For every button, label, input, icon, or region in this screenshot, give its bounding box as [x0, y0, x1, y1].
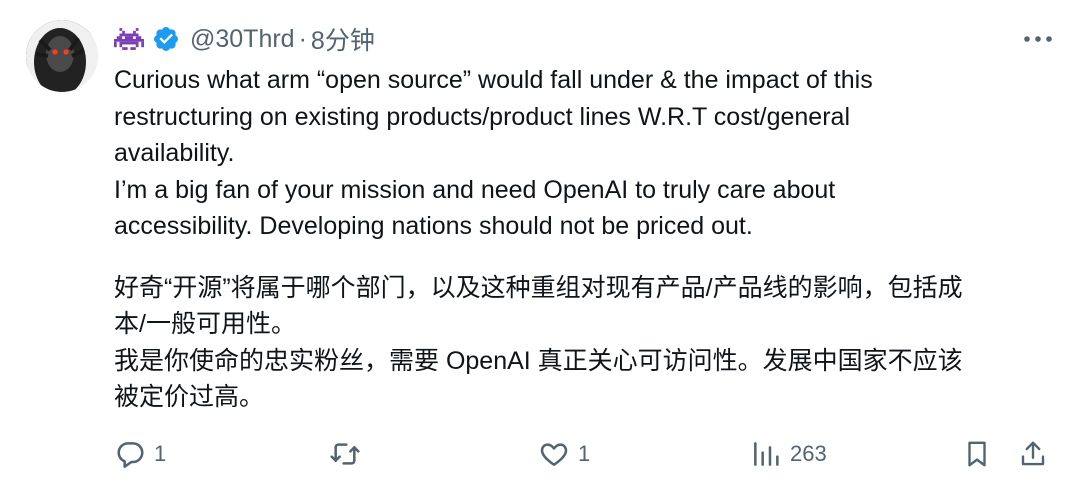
views-count: 263: [790, 441, 827, 466]
reply-count: 1: [154, 441, 167, 466]
retweet-icon: [330, 443, 360, 465]
text-line-en: accessibility. Developing nations should…: [114, 212, 753, 240]
more-options-icon[interactable]: [1020, 24, 1056, 54]
retweet-button[interactable]: [328, 434, 370, 474]
user-handle[interactable]: @30Thrd: [190, 25, 295, 54]
bar-chart-icon: [754, 442, 779, 466]
like-count: 1: [578, 441, 591, 466]
tweet-card: @30Thrd · 8分钟 Curious what arm “open sou…: [0, 0, 1080, 493]
tweet-text: Curious what arm “open source” would fal…: [114, 62, 1044, 416]
header-separator: ·: [298, 24, 307, 53]
text-line-en: I’m a big fan of your mission and need O…: [114, 175, 836, 204]
action-bar: 1 1 263: [114, 434, 1054, 474]
text-line-zh: 被定价过高。: [114, 383, 265, 411]
avatar[interactable]: [26, 20, 98, 92]
like-button[interactable]: 1: [538, 434, 590, 474]
share-button[interactable]: [1018, 434, 1048, 474]
text-line-zh: 好奇“开源”将属于哪个部门，以及这种重组对现有产品/产品线的影响，包括成: [114, 273, 963, 302]
views-button[interactable]: 263: [750, 434, 827, 474]
text-line-en: availability.: [114, 139, 235, 167]
timestamp[interactable]: 8分钟: [311, 21, 375, 57]
reply-icon: [117, 442, 144, 468]
text-line-zh: 本/一般可用性。: [114, 310, 296, 338]
tweet-header: @30Thrd · 8分钟: [114, 22, 375, 56]
heart-icon: [540, 443, 568, 466]
text-line-en: restructuring on existing products/produ…: [114, 102, 850, 131]
share-icon: [1021, 441, 1045, 466]
bookmark-icon: [968, 441, 986, 467]
reply-button[interactable]: 1: [114, 434, 166, 474]
text-line-en: Curious what arm “open source” would fal…: [114, 66, 873, 94]
text-line-zh: 我是你使命的忠实粉丝，需要 OpenAI 真正关心可访问性。发展中国家不应该: [114, 346, 963, 375]
space-invader-emoji-icon: [114, 24, 144, 54]
bookmark-button[interactable]: [962, 434, 992, 474]
avatar-image: [26, 20, 98, 92]
verified-badge-icon: [152, 25, 180, 53]
